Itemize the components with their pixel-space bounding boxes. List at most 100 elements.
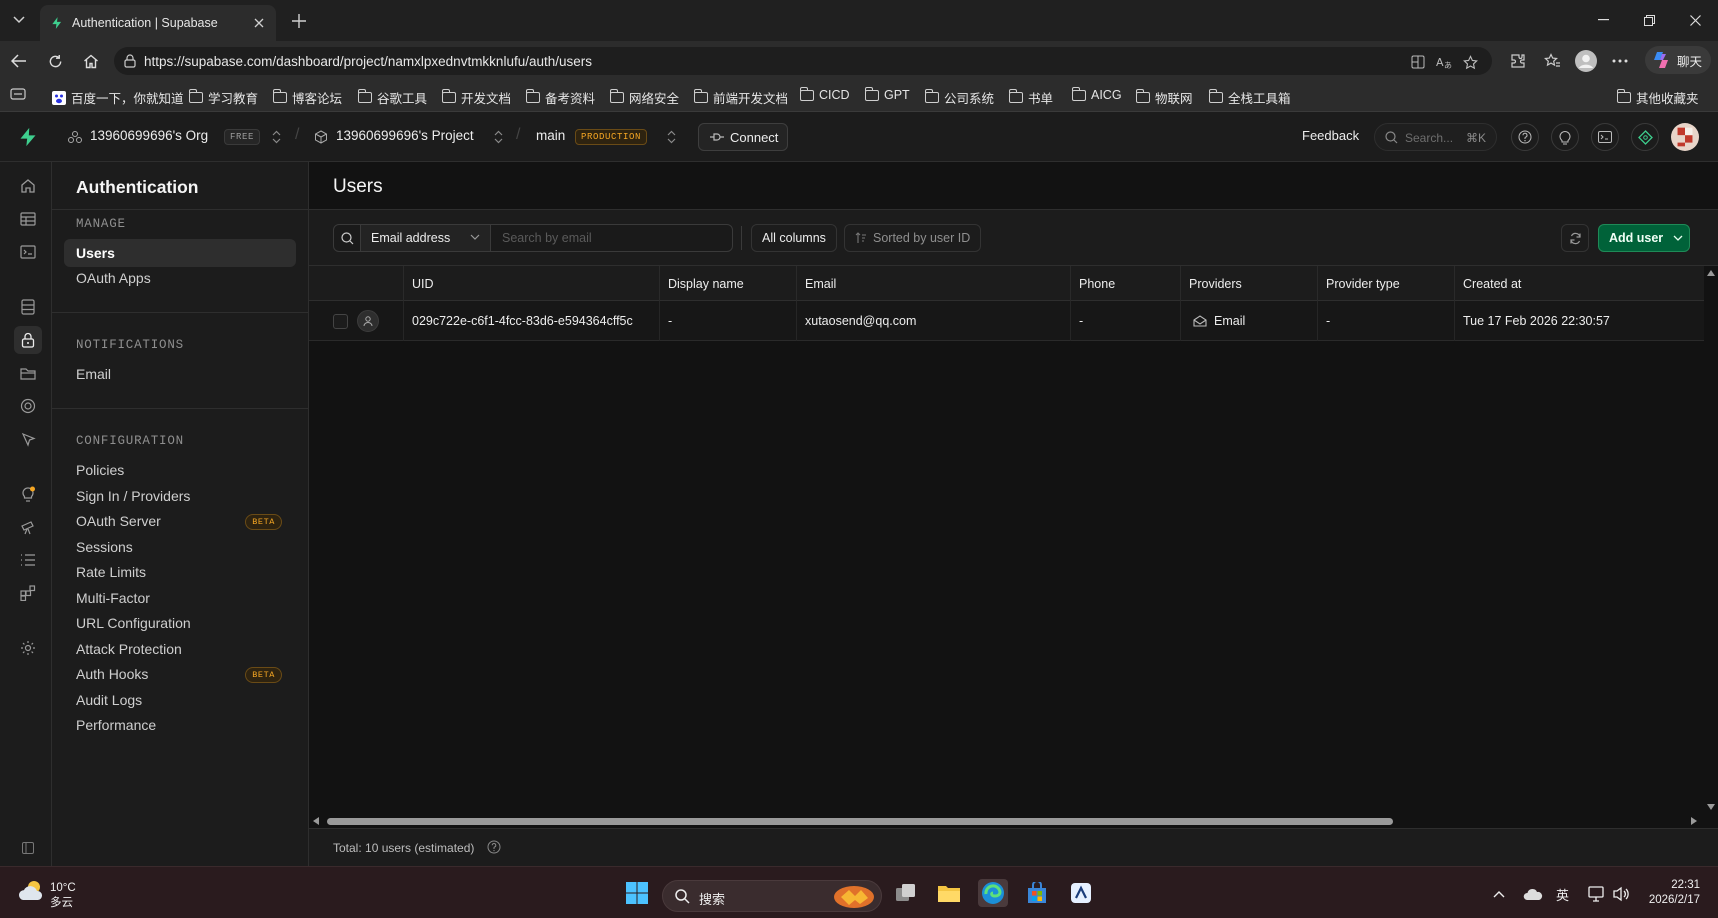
bookmark-item[interactable]: 开发文档 — [441, 88, 511, 107]
weather-text[interactable]: 10°C 多云 — [50, 881, 76, 911]
microsoft-store-icon[interactable] — [1022, 879, 1052, 907]
bookmark-item[interactable]: 学习教育 — [188, 88, 258, 107]
show-hidden-icons-chevron-icon[interactable] — [1484, 880, 1514, 908]
connect-button[interactable]: Connect — [698, 123, 788, 151]
column-header-created-at[interactable]: Created at — [1455, 266, 1704, 301]
realtime-icon[interactable] — [14, 392, 42, 420]
menu-item-email[interactable]: Email — [64, 360, 296, 388]
menu-item-rate-limits[interactable]: Rate Limits — [64, 558, 296, 586]
url-bar[interactable]: https://supabase.com/dashboard/project/n… — [114, 47, 1492, 75]
help-icon[interactable] — [1511, 123, 1539, 151]
bookmark-item[interactable]: 博客论坛 — [272, 88, 342, 107]
column-header-uid[interactable]: UID — [404, 266, 660, 301]
bookmark-item[interactable]: CICD — [799, 86, 850, 102]
supabase-logo-icon[interactable] — [18, 126, 38, 148]
command-search[interactable]: Search... ⌘K — [1374, 123, 1497, 151]
site-info-icon[interactable] — [124, 54, 136, 68]
menu-item-sign-in-providers[interactable]: Sign In / Providers — [64, 482, 296, 510]
menu-item-oauth-apps[interactable]: OAuth Apps — [64, 264, 296, 292]
taskbar-search[interactable]: 搜索 — [662, 880, 882, 912]
cell-provider-type[interactable]: - — [1318, 301, 1455, 341]
bookmark-item[interactable]: AICG — [1071, 86, 1122, 102]
sql-editor-icon[interactable] — [14, 238, 42, 266]
cell-uid[interactable]: 029c722e-c6f1-4fcc-83d6-e594364cff5c — [404, 301, 660, 341]
back-icon[interactable] — [6, 48, 32, 74]
menu-item-audit-logs[interactable]: Audit Logs — [64, 686, 296, 714]
new-tab-icon[interactable] — [288, 10, 310, 32]
home-icon[interactable] — [78, 48, 104, 74]
advisors-lightbulb-icon[interactable] — [14, 480, 42, 508]
reload-icon[interactable] — [42, 48, 68, 74]
more-options-icon[interactable] — [1608, 50, 1632, 72]
bookmark-item[interactable]: 公司系统 — [924, 88, 994, 107]
copilot-chat-button[interactable]: 聊天 — [1645, 46, 1711, 74]
logs-list-icon[interactable] — [14, 546, 42, 574]
sort-button[interactable]: Sorted by user ID — [844, 224, 982, 252]
browser-tab[interactable]: Authentication | Supabase — [40, 5, 276, 41]
tab-list-chevron-icon[interactable] — [6, 8, 32, 32]
menu-item-policies[interactable]: Policies — [64, 456, 296, 484]
help-icon[interactable] — [487, 840, 501, 854]
home-icon[interactable] — [14, 172, 42, 200]
weather-cloud-icon[interactable] — [18, 878, 46, 904]
org-switcher-icon[interactable] — [272, 130, 281, 144]
url-text[interactable]: https://supabase.com/dashboard/project/n… — [144, 54, 592, 69]
edge-functions-icon[interactable] — [14, 425, 42, 453]
refresh-icon[interactable] — [1561, 224, 1589, 252]
menu-item-performance[interactable]: Performance — [64, 711, 296, 739]
scrollbar-thumb[interactable] — [327, 818, 1393, 825]
favorite-star-icon[interactable] — [1460, 53, 1480, 71]
restore-icon[interactable] — [1634, 8, 1664, 32]
horizontal-scrollbar[interactable] — [309, 814, 1704, 828]
terminal-icon[interactable] — [1591, 123, 1619, 151]
split-screen-icon[interactable] — [1408, 53, 1428, 71]
profile-avatar-icon[interactable] — [1574, 50, 1598, 72]
translate-icon[interactable]: Aあ — [1434, 53, 1454, 71]
vertical-scrollbar[interactable] — [1704, 266, 1718, 814]
cell-display-name[interactable]: - — [660, 301, 797, 341]
search-input[interactable] — [492, 225, 732, 251]
column-header-phone[interactable]: Phone — [1071, 266, 1181, 301]
add-user-button[interactable]: Add user — [1598, 224, 1690, 252]
table-editor-icon[interactable] — [14, 205, 42, 233]
advisor-diamond-icon[interactable] — [1631, 123, 1659, 151]
extensions-icon[interactable] — [1506, 50, 1530, 72]
bookmark-item[interactable]: 谷歌工具 — [357, 88, 427, 107]
cell-phone[interactable]: - — [1071, 301, 1181, 341]
reading-list-icon[interactable] — [10, 88, 26, 100]
row-checkbox[interactable] — [333, 314, 348, 329]
cell-providers[interactable]: Email — [1181, 301, 1318, 341]
system-clock[interactable]: 22:31 2026/2/17 — [1640, 878, 1700, 908]
authentication-icon[interactable] — [14, 326, 42, 354]
menu-item-multi-factor[interactable]: Multi-Factor — [64, 584, 296, 612]
project-name[interactable]: 13960699696's Project — [336, 128, 474, 143]
table-row[interactable]: 029c722e-c6f1-4fcc-83d6-e594364cff5c - x… — [309, 301, 1704, 341]
edge-browser-icon[interactable] — [978, 879, 1008, 907]
other-bookmarks[interactable]: 其他收藏夹 — [1616, 88, 1699, 107]
column-header-email[interactable]: Email — [797, 266, 1071, 301]
branch-name[interactable]: main — [536, 128, 565, 143]
start-windows-icon[interactable] — [622, 879, 652, 907]
file-explorer-icon[interactable] — [934, 879, 964, 907]
minimize-icon[interactable] — [1588, 8, 1618, 32]
onedrive-cloud-icon[interactable] — [1518, 880, 1548, 908]
app-icon[interactable] — [1066, 879, 1096, 907]
bookmark-item[interactable]: 全栈工具箱 — [1208, 88, 1291, 107]
bookmark-item[interactable]: GPT — [864, 86, 910, 102]
favorites-icon[interactable] — [1540, 50, 1564, 72]
close-window-icon[interactable] — [1680, 8, 1710, 32]
close-tab-icon[interactable] — [250, 14, 268, 32]
search-field-select[interactable]: Email address — [361, 225, 491, 251]
column-header-provider-type[interactable]: Provider type — [1318, 266, 1455, 301]
settings-gear-icon[interactable] — [14, 634, 42, 662]
database-icon[interactable] — [14, 293, 42, 321]
column-header-display-name[interactable]: Display name — [660, 266, 797, 301]
user-avatar[interactable] — [1671, 123, 1699, 151]
input-method-indicator[interactable]: 英 — [1556, 885, 1569, 904]
cell-email[interactable]: xutaosend@qq.com — [797, 301, 1071, 341]
menu-item-users[interactable]: Users — [64, 239, 296, 267]
column-header-providers[interactable]: Providers — [1181, 266, 1318, 301]
menu-item-oauth-server[interactable]: OAuth Server BETA — [64, 507, 296, 535]
bookmark-item[interactable]: 前端开发文档 — [693, 88, 788, 107]
branch-switcher-icon[interactable] — [667, 130, 676, 144]
